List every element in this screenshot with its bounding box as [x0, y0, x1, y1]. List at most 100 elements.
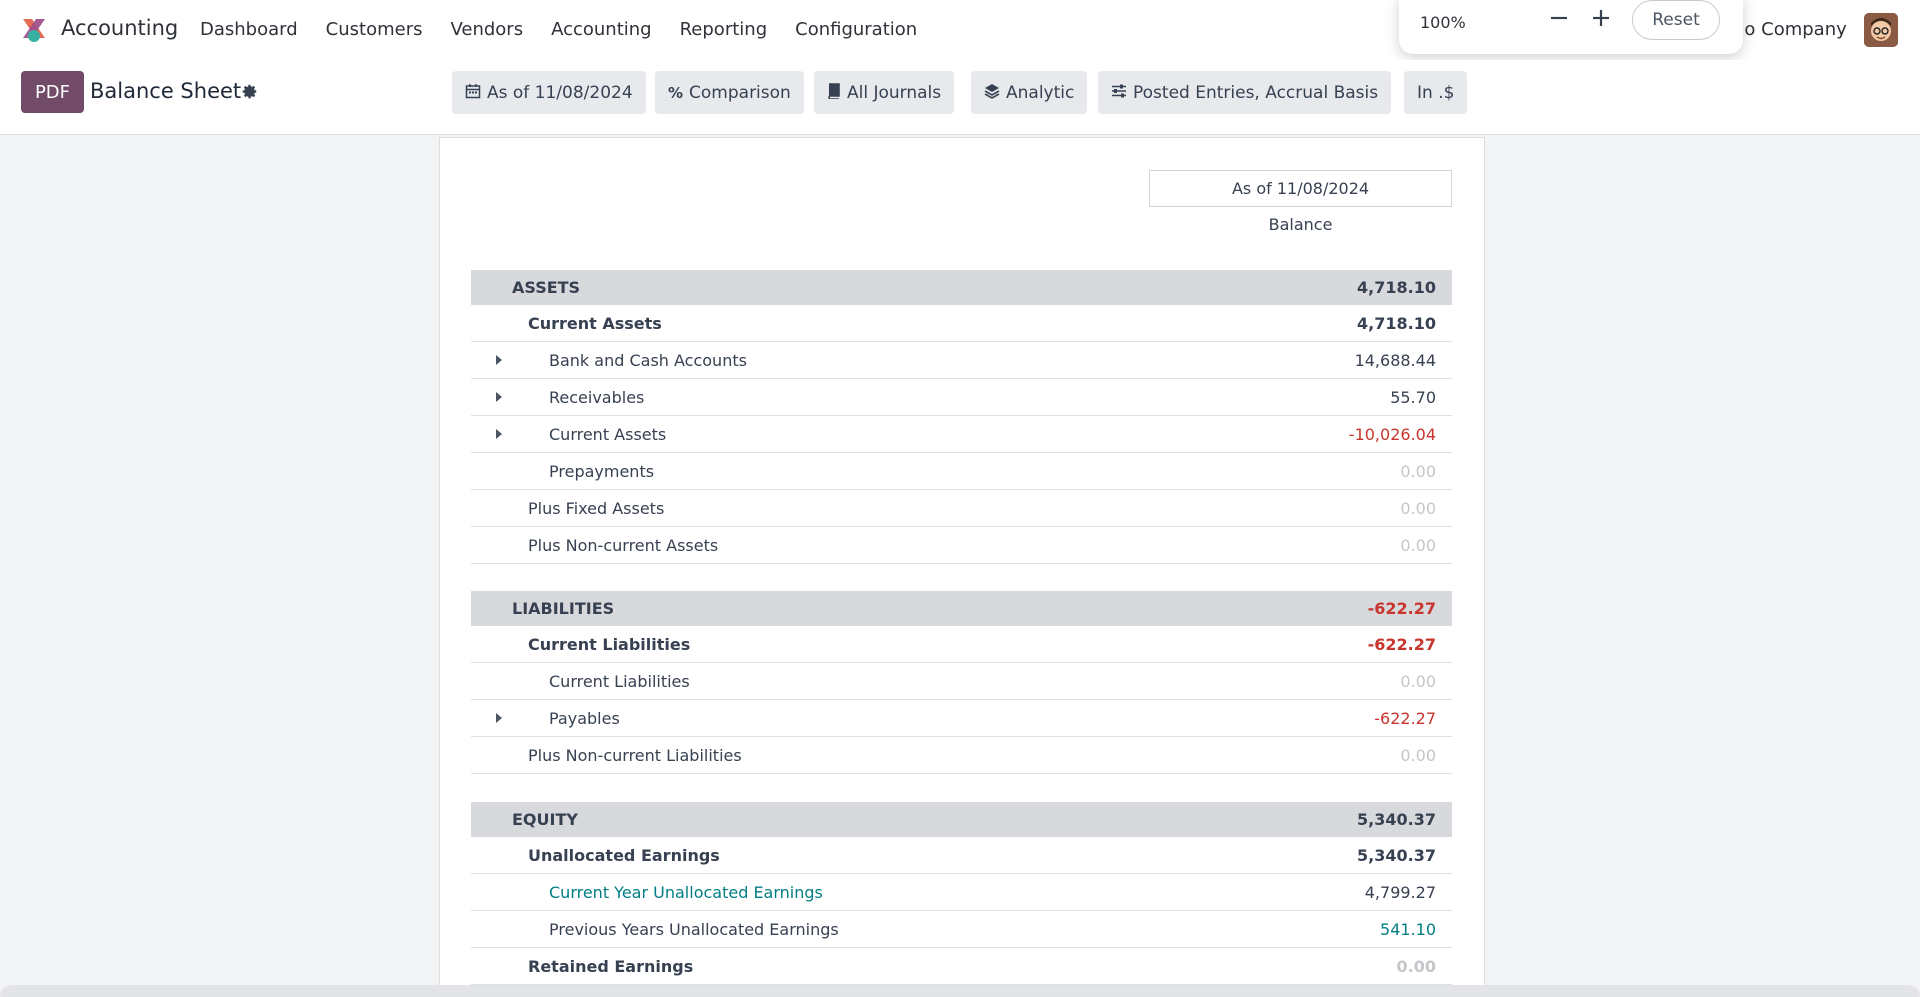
- expand-caret-icon[interactable]: [496, 713, 502, 723]
- line-row-previous-years-earnings[interactable]: Previous Years Unallocated Earnings 541.…: [471, 911, 1452, 948]
- row-label: Current Assets: [528, 313, 662, 333]
- row-value[interactable]: 55.70: [1390, 388, 1436, 407]
- row-label: Plus Non-current Assets: [528, 535, 719, 555]
- row-value: -622.27: [1367, 634, 1436, 654]
- line-row-current-liabilities: Current Liabilities 0.00: [471, 663, 1452, 700]
- gear-icon[interactable]: [241, 83, 258, 100]
- section-row-assets[interactable]: ASSETS 4,718.10: [471, 270, 1452, 305]
- line-row-payables[interactable]: Payables -622.27: [471, 700, 1452, 737]
- row-label: Current Liabilities: [528, 634, 691, 654]
- group-row-noncurrent-liabilities: Plus Non-current Liabilities 0.00: [471, 737, 1452, 774]
- row-value-link[interactable]: 541.10: [1380, 920, 1436, 939]
- page-title: Balance Sheet: [90, 79, 242, 103]
- calendar-icon: [465, 83, 481, 103]
- group-row-current-liabilities[interactable]: Current Liabilities -622.27: [471, 626, 1452, 663]
- line-row-receivables[interactable]: Receivables 55.70: [471, 379, 1452, 416]
- layers-icon: [984, 83, 1000, 103]
- group-row-current-assets[interactable]: Current Assets 4,718.10: [471, 305, 1452, 342]
- row-label: Plus Non-current Liabilities: [528, 745, 742, 765]
- avatar-icon: [1864, 13, 1898, 47]
- row-label: Current Assets: [549, 424, 667, 444]
- company-switcher[interactable]: no Company: [1733, 19, 1847, 40]
- zoom-reset-button[interactable]: Reset: [1632, 0, 1720, 40]
- row-label: Retained Earnings: [528, 956, 694, 976]
- comparison-filter-label: Comparison: [689, 82, 791, 103]
- menu-vendors[interactable]: Vendors: [450, 19, 523, 40]
- section-row-equity[interactable]: EQUITY 5,340.37: [471, 802, 1452, 837]
- menu-customers[interactable]: Customers: [326, 19, 423, 40]
- row-value: 0.00: [1400, 461, 1436, 481]
- row-value: 5,340.37: [1357, 845, 1436, 865]
- analytic-filter-button[interactable]: Analytic: [971, 71, 1088, 114]
- journals-filter-label: All Journals: [847, 82, 942, 103]
- percent-icon: %: [668, 83, 684, 102]
- row-value: 0.00: [1400, 535, 1436, 555]
- row-value: 0.00: [1400, 745, 1436, 765]
- menu-reporting[interactable]: Reporting: [680, 19, 768, 40]
- zoom-out-icon[interactable]: [1547, 6, 1571, 30]
- row-label-link[interactable]: Current Year Unallocated Earnings: [549, 883, 823, 902]
- comparison-filter-button[interactable]: % Comparison: [655, 71, 804, 114]
- journals-filter-button[interactable]: All Journals: [814, 71, 955, 114]
- row-value[interactable]: -622.27: [1374, 709, 1436, 728]
- row-label: Unallocated Earnings: [528, 845, 720, 865]
- date-filter-label: As of 11/08/2024: [487, 82, 633, 103]
- row-label: Bank and Cash Accounts: [549, 350, 747, 370]
- column-balance-header: Balance: [1268, 215, 1333, 234]
- row-label: Receivables: [549, 387, 645, 407]
- expand-caret-icon[interactable]: [496, 392, 502, 402]
- group-row-unallocated-earnings[interactable]: Unallocated Earnings 5,340.37: [471, 837, 1452, 874]
- options-filter-button[interactable]: Posted Entries, Accrual Basis: [1098, 71, 1392, 114]
- row-value: 0.00: [1400, 498, 1436, 518]
- menu-dashboard[interactable]: Dashboard: [200, 19, 298, 40]
- row-value: 4,799.27: [1364, 882, 1436, 902]
- app-name[interactable]: Accounting: [61, 16, 178, 40]
- line-row-current-year-earnings[interactable]: Current Year Unallocated Earnings 4,799.…: [471, 874, 1452, 911]
- accounting-app-icon[interactable]: [20, 16, 48, 44]
- group-row-fixed-assets: Plus Fixed Assets 0.00: [471, 490, 1452, 527]
- zoom-popup: 100% Reset: [1399, 0, 1743, 54]
- row-label: Plus Fixed Assets: [528, 498, 665, 518]
- column-date-header[interactable]: As of 11/08/2024: [1149, 170, 1452, 207]
- report-card: As of 11/08/2024 Balance ASSETS 4,718.10…: [439, 137, 1485, 997]
- group-row-retained-earnings[interactable]: Retained Earnings 0.00: [471, 948, 1452, 985]
- options-filter-label: Posted Entries, Accrual Basis: [1133, 82, 1379, 103]
- currency-filter-label: In .$: [1417, 82, 1455, 103]
- row-value[interactable]: -10,026.04: [1349, 425, 1436, 444]
- row-label: EQUITY: [512, 810, 578, 829]
- sliders-icon: [1111, 84, 1127, 102]
- row-value: -622.27: [1367, 599, 1436, 618]
- bottom-scroll-shadow: [0, 985, 1920, 997]
- line-row-prepayments: Prepayments 0.00: [471, 453, 1452, 490]
- row-label: LIABILITIES: [512, 599, 615, 618]
- line-row-bank-cash[interactable]: Bank and Cash Accounts 14,688.44: [471, 342, 1452, 379]
- row-value: 0.00: [1396, 956, 1436, 976]
- row-label: Payables: [549, 708, 620, 728]
- row-label: Current Liabilities: [549, 671, 690, 691]
- row-value: 4,718.10: [1357, 313, 1436, 333]
- expand-caret-icon[interactable]: [496, 355, 502, 365]
- section-row-liabilities[interactable]: LIABILITIES -622.27: [471, 591, 1452, 626]
- zoom-in-icon[interactable]: [1589, 6, 1613, 30]
- row-label: Previous Years Unallocated Earnings: [549, 919, 839, 939]
- control-bar: PDF Balance Sheet As of 11/08/2024 % Com…: [0, 60, 1920, 135]
- row-value[interactable]: 14,688.44: [1355, 351, 1436, 370]
- analytic-filter-label: Analytic: [1006, 82, 1075, 103]
- currency-filter-button[interactable]: In .$: [1404, 71, 1468, 114]
- zoom-level: 100%: [1420, 13, 1466, 32]
- pdf-button[interactable]: PDF: [21, 71, 84, 113]
- book-icon: [827, 82, 841, 103]
- row-value: 4,718.10: [1357, 278, 1436, 297]
- menu-accounting[interactable]: Accounting: [551, 19, 652, 40]
- main-menu: Dashboard Customers Vendors Accounting R…: [200, 19, 945, 40]
- row-value: 0.00: [1400, 671, 1436, 691]
- group-row-noncurrent-assets: Plus Non-current Assets 0.00: [471, 527, 1452, 564]
- row-label: ASSETS: [512, 278, 581, 297]
- menu-configuration[interactable]: Configuration: [795, 19, 917, 40]
- row-value: 5,340.37: [1357, 810, 1436, 829]
- row-label: Prepayments: [549, 461, 655, 481]
- user-avatar[interactable]: [1864, 13, 1898, 47]
- date-filter-button[interactable]: As of 11/08/2024: [452, 71, 646, 114]
- line-row-current-assets[interactable]: Current Assets -10,026.04: [471, 416, 1452, 453]
- expand-caret-icon[interactable]: [496, 429, 502, 439]
